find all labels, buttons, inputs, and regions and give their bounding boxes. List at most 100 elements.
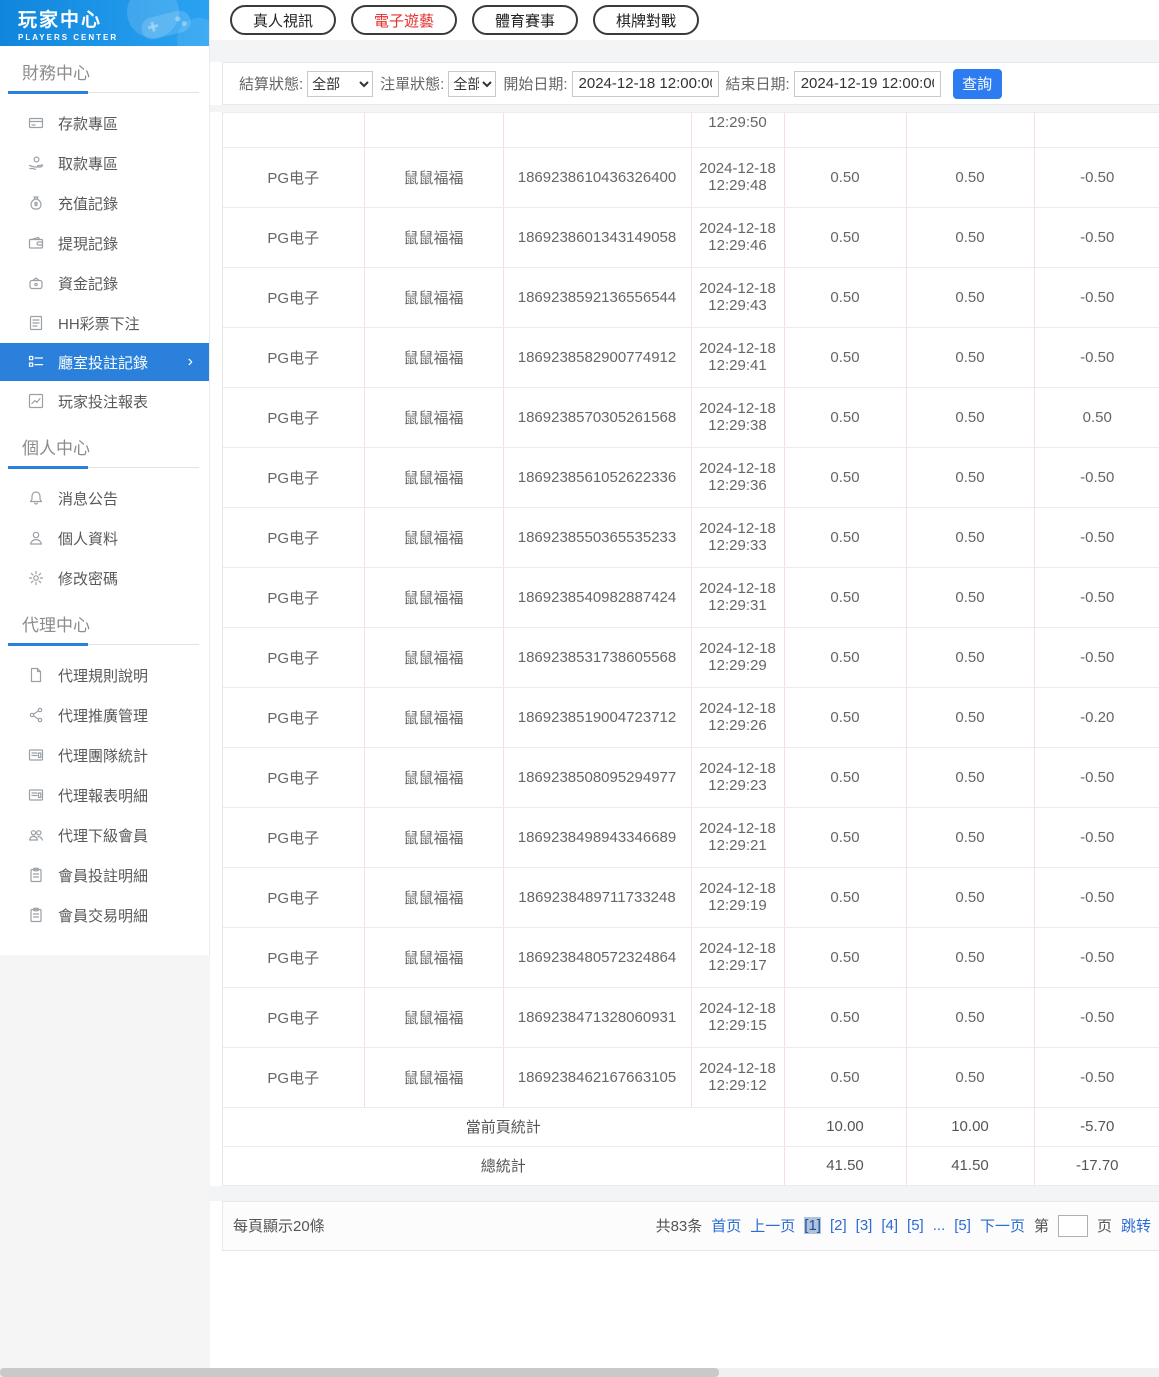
cell-provider: PG电子 [223,507,365,568]
cell-bet: 0.50 [784,987,907,1048]
horizontal-scrollbar[interactable] [0,1368,1159,1377]
cell-time: 2024-12-18 12:29:36 [691,447,785,508]
page-link[interactable]: [5] [907,1217,924,1234]
bell-icon [28,490,44,506]
sidebar-item-purse-icon[interactable]: 資金記錄 [0,263,209,303]
cell-game: 鼠鼠福福 [364,567,504,628]
cell-provider: PG电子 [223,147,365,208]
summary-valid-bet: 41.50 [906,1146,1035,1186]
cell-game: 鼠鼠福福 [364,867,504,928]
cell-provider: PG电子 [223,807,365,868]
page-ellipsis[interactable]: ... [933,1217,946,1234]
sidebar-item-clipboard-icon[interactable]: 會員交易明細 [0,895,209,935]
clipboard-icon [28,907,44,923]
chevron-right-icon: › [187,353,193,370]
sidebar-item-chart-icon[interactable]: 玩家投注報表 [0,381,209,421]
page-link[interactable]: [3] [856,1217,873,1234]
cell-result: -0.50 [1034,807,1159,868]
cell-time: 2024-12-18 12:29:33 [691,507,785,568]
app-subtitle: PLAYERS CENTER [18,33,119,42]
sidebar-item-news-icon[interactable]: 代理團隊統計 [0,735,209,775]
page-link[interactable]: [5] [954,1217,971,1234]
sidebar-item-bell-icon[interactable]: 消息公告 [0,478,209,518]
jump-page-input[interactable] [1057,1214,1088,1237]
end-date-input[interactable] [793,70,941,97]
order-status-select[interactable]: 全部 [448,70,497,97]
total-summary-row: 總統計 41.50 41.50 -17.70 [223,1146,1159,1186]
horizontal-scrollbar-thumb[interactable] [0,1368,719,1377]
cell-bet: 0.50 [784,747,907,808]
start-date-input[interactable] [571,70,719,97]
clipboard-icon [28,867,44,883]
date-text: 2024-12-18 [699,1060,776,1077]
sidebar-item-document-icon[interactable]: HH彩票下注 [0,303,209,343]
cell-game: 鼠鼠福福 [364,147,504,208]
prev-page-link[interactable]: 上一页 [750,1215,795,1236]
cell-time: 2024-12-18 12:29:31 [691,567,785,628]
cell-valid-bet: 0.50 [906,927,1035,988]
table-row: PG电子 鼠鼠福福 1869238561052622336 2024-12-18 12:… [223,447,1159,508]
sidebar-item-label: 廳室投註記錄 [58,354,149,372]
cell-valid-bet: 0.50 [906,987,1035,1048]
page-link[interactable]: [1] [804,1217,821,1234]
sidebar-item-user-icon[interactable]: 個人資料 [0,518,209,558]
sidebar-item-users-icon[interactable]: 代理下級會員 [0,815,209,855]
spacer [210,40,1159,62]
tab-真人視訊[interactable]: 真人視訊 [230,5,337,35]
sidebar-item-bank-card-icon[interactable]: 存款專區 [0,103,209,143]
cell-provider: PG电子 [223,207,365,268]
cell-time: 2024-12-18 12:29:17 [691,927,785,988]
share-icon [28,707,44,723]
total-count-text: 共83条 [655,1218,703,1235]
date-text: 2024-12-18 [699,340,776,357]
settle-status-select[interactable]: 全部 [307,70,374,97]
page-link[interactable]: [2] [830,1217,847,1234]
summary-result: -17.70 [1034,1146,1159,1186]
date-text: 2024-12-18 [699,220,776,237]
next-page-link[interactable]: 下一页 [980,1215,1025,1236]
sidebar-item-clipboard-icon[interactable]: 會員投註明細 [0,855,209,895]
cell-result: -0.50 [1034,867,1159,928]
tab-體育賽事[interactable]: 體育賽事 [472,5,579,35]
user-icon [28,530,44,546]
table-row: PG电子 鼠鼠福福 1869238519004723712 2024-12-18 12:… [223,687,1159,748]
gear-icon [28,570,44,586]
tab-棋牌對戰[interactable]: 棋牌對戰 [593,5,700,35]
sidebar-item-file-icon[interactable]: 代理規則說明 [0,655,209,695]
cell-order-no: 1869238480572324864 [503,927,692,988]
list-icon [28,354,44,370]
cell-provider: PG电子 [223,987,365,1048]
cell-result: 0.50 [1034,387,1159,448]
sidebar-item-wallet-icon[interactable]: 提現記錄 [0,223,209,263]
sidebar-section-title: 代理中心 [22,616,90,635]
sidebar-item-list-icon[interactable]: 廳室投註記錄 › [0,343,209,381]
sidebar-item-label: 資金記錄 [58,275,119,293]
cell-order-no: 1869238592136556544 [503,267,692,328]
bet-records-table-card: 12:29:50 PG电子 鼠鼠福福 1869238610436326400 2024-… [222,112,1159,1186]
section-underline [8,91,199,94]
cell-result: -0.50 [1034,627,1159,688]
filter-bar: 結算狀態: 全部 注單狀態: 全部 開始日期: 結束日期: 查詢 [222,62,1159,105]
cell-result: -0.50 [1034,507,1159,568]
sidebar-item-money-bag-icon[interactable]: 充值記錄 [0,183,209,223]
cell-time: 2024-12-18 12:29:15 [691,987,785,1048]
cell-time: 2024-12-18 12:29:26 [691,687,785,748]
file-icon [28,667,44,683]
tab-電子遊藝[interactable]: 電子遊藝 [351,5,458,35]
page-link[interactable]: [4] [881,1217,898,1234]
sidebar-item-share-icon[interactable]: 代理推廣管理 [0,695,209,735]
sidebar-item-gear-icon[interactable]: 修改密碼 [0,558,209,598]
date-text: 2024-12-18 [699,280,776,297]
cell-order-no: 1869238508095294977 [503,747,692,808]
sidebar-item-news-icon[interactable]: 代理報表明細 [0,775,209,815]
jump-button[interactable]: 跳转 [1121,1215,1151,1236]
date-text: 2024-12-18 [699,940,776,957]
cell-bet: 0.50 [784,807,907,868]
cell-order-no: 1869238531738605568 [503,627,692,688]
summary-label: 當前頁統計 [223,1107,785,1147]
search-button[interactable]: 查詢 [952,68,1002,99]
first-page-link[interactable]: 首页 [711,1215,741,1236]
sidebar-item-hand-coin-icon[interactable]: 取款專區 [0,143,209,183]
cell-result: -0.50 [1034,447,1159,508]
cell-valid-bet: 0.50 [906,447,1035,508]
